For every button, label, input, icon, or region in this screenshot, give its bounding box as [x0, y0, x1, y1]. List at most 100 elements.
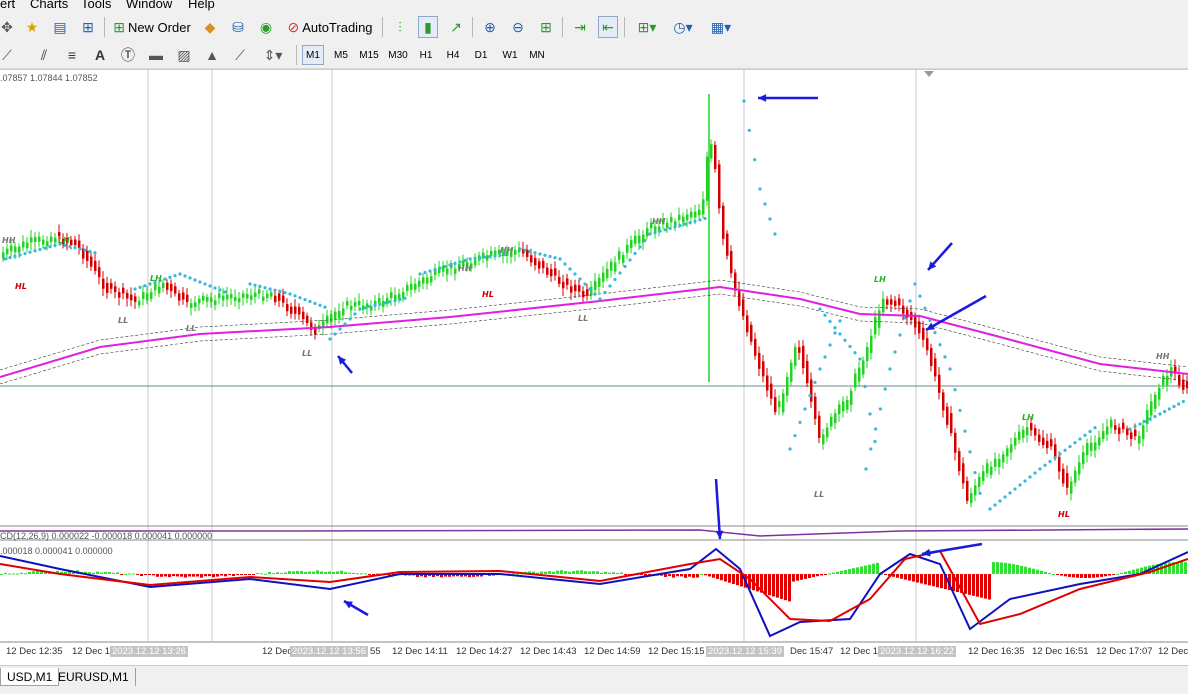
autoscroll-icon[interactable]: ⇥ [570, 16, 590, 38]
new-order-button[interactable]: ⊞ New Order [110, 16, 194, 38]
psar-dot [263, 286, 267, 290]
macd-histogram-bar [124, 573, 127, 575]
macd-histogram-bar [160, 574, 163, 577]
profiles-icon[interactable]: ★ [22, 16, 42, 38]
time-label: 2023.12.12 13:26 [110, 646, 188, 657]
zoom-in-icon[interactable]: ⊕ [480, 16, 500, 38]
timeframe-mn[interactable]: MN [526, 45, 548, 65]
bar-chart-icon[interactable]: ⫶ [390, 16, 410, 38]
arrows-icon[interactable]: ⇕▾ [258, 44, 288, 66]
timeframe-h1[interactable]: H1 [416, 45, 436, 65]
swing-label: HL [1058, 510, 1070, 519]
rectangle-icon[interactable]: ▬ [146, 44, 166, 66]
timeframe-m30[interactable]: M30 [386, 45, 410, 65]
psar-dot [563, 262, 567, 266]
timeframe-w1[interactable]: W1 [499, 45, 521, 65]
candle-body [778, 401, 781, 408]
candle-body [1006, 448, 1009, 457]
candle-body [198, 298, 201, 304]
psar-dot [673, 225, 677, 229]
timeframe-m1[interactable]: M1 [302, 45, 324, 65]
macd-histogram-bar [1008, 563, 1011, 574]
candle-body [738, 289, 741, 307]
text-tool-icon[interactable]: A [90, 44, 110, 66]
signals-icon[interactable]: ⛁ [228, 16, 248, 38]
psar-dot [1023, 479, 1027, 483]
templates-icon[interactable]: ▦▾ [704, 16, 738, 38]
psar-dot [1088, 429, 1092, 434]
macd-histogram-bar [844, 570, 847, 574]
channel-icon[interactable]: ⫽ [34, 44, 54, 66]
pitchfork-icon[interactable]: ⟋ [230, 44, 250, 66]
tab-eurusd-m1[interactable]: EURUSD,M1 [52, 668, 136, 686]
candlestick-icon[interactable]: ▮ [418, 16, 438, 38]
macd-histogram-bar [724, 574, 727, 582]
psar-dot [253, 283, 257, 287]
menu-charts[interactable]: Charts [30, 0, 68, 11]
menu-help[interactable]: Help [188, 0, 215, 11]
move-icon[interactable]: ✥ [0, 16, 14, 38]
macd-histogram-bar [1100, 574, 1103, 577]
terminal-icon[interactable]: ◉ [256, 16, 276, 38]
candle-body [538, 261, 541, 269]
candle-body [378, 297, 381, 304]
macd-histogram-bar [128, 573, 131, 575]
tab-usd-m1[interactable]: USD,M1 [0, 668, 60, 686]
auto-trading-button[interactable]: ⊘ AutoTrading [284, 16, 376, 38]
timeframe-m15[interactable]: M15 [357, 45, 381, 65]
macd-histogram-bar [1036, 569, 1039, 574]
candle-body [226, 294, 229, 300]
text-label-icon[interactable]: Ⓣ [118, 44, 138, 66]
triangle-icon[interactable]: ▲ [202, 44, 222, 66]
macd-histogram-bar [688, 574, 691, 577]
candle-body [686, 214, 689, 221]
psar-dot [653, 230, 657, 235]
macd-histogram-bar [112, 572, 115, 574]
psar-dot [1043, 463, 1047, 467]
hatch-icon[interactable]: ▨ [174, 44, 194, 66]
candle-body [306, 315, 309, 324]
candle-body [1166, 375, 1169, 386]
macd-histogram-bar [1048, 572, 1051, 574]
timeframe-m5[interactable]: M5 [330, 45, 352, 65]
indicators-icon[interactable]: ⊞▾ [632, 16, 662, 38]
tile-windows-icon[interactable]: ⊞ [536, 16, 556, 38]
psar-dot [288, 292, 292, 296]
candle-body [186, 294, 189, 303]
macd-histogram-bar [592, 571, 595, 574]
macd-histogram-bar [856, 567, 859, 574]
chart-window[interactable]: HH HL LH LL LH LL LL HH HL HH LL HH LL LH LH HL HH [0, 69, 1188, 665]
metaeditor-icon[interactable]: ◆ [200, 16, 220, 38]
zoom-out-icon[interactable]: ⊖ [508, 16, 528, 38]
chart-shift-icon[interactable]: ⇤ [598, 16, 618, 38]
time-label: 12 Dec 16:51 [1032, 646, 1089, 657]
psar-dot [318, 303, 322, 307]
menu-insert[interactable]: ert [0, 0, 15, 11]
timeframe-h4[interactable]: H4 [443, 45, 463, 65]
candle-body [102, 278, 105, 289]
line-tool-icon[interactable]: ⟋ [0, 44, 14, 66]
macd-histogram-bar [1092, 574, 1095, 578]
psar-dot [248, 282, 252, 286]
timeframe-d1[interactable]: D1 [471, 45, 491, 65]
time-label: 12 Dec 12:35 [6, 646, 63, 657]
macd-indicator-label: CD(12,26,9) 0.000022 -0.000018 0.000041 … [0, 531, 213, 541]
market-watch-icon[interactable]: ▤ [50, 16, 70, 38]
macd-histogram-bar [804, 574, 807, 579]
psar-dot [453, 261, 457, 266]
macd-histogram-bar [288, 570, 291, 574]
psar-dot [333, 332, 337, 336]
navigator-icon[interactable]: ⊞ [78, 16, 98, 38]
periods-icon[interactable]: ◷▾ [668, 16, 698, 38]
price-chart-canvas[interactable]: HH HL LH LL LH LL LL HH HL HH LL HH LL LH LH HL HH [0, 69, 1188, 665]
macd-histogram-bar [928, 574, 931, 586]
fibonacci-icon[interactable]: ≡ [62, 44, 82, 66]
menu-window[interactable]: Window [126, 0, 172, 11]
psar-dot [13, 254, 17, 258]
line-chart-icon[interactable]: ↗ [446, 16, 466, 38]
candle-body [1110, 419, 1113, 428]
candle-body [70, 239, 73, 246]
swing-label: HL [482, 290, 494, 299]
psar-dot [73, 246, 77, 250]
menu-tools[interactable]: Tools [81, 0, 111, 11]
